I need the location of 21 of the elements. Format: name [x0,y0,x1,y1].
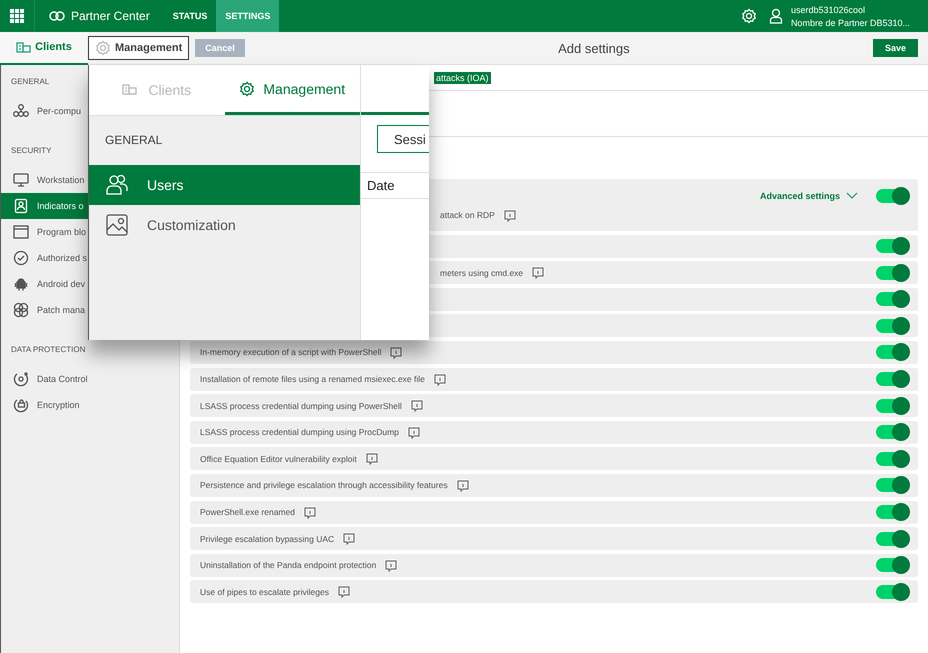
setting-label: Uninstallation of the Panda endpoint protection [200,560,376,570]
column-header: Date [361,172,429,199]
setting-label: Privilege escalation bypassing UAC [200,534,334,544]
page-title: Add settings [557,40,631,56]
setting-label: LSASS process credential dumping using ProcDump [200,427,399,438]
section-heading: GENERAL [10,77,50,86]
setting-label: Office Equation Editor vulnerability exploit [200,454,357,464]
setting-label: Installation of remote files using a renamed msiexec.exe file [200,374,425,384]
setting-label: attack on RDP [440,210,495,220]
setting-label: Use of pipes to escalate privileges [200,586,329,597]
setting-label: In-memory execution of a script with PowerShell [200,347,382,358]
setting-label: Persistence and privilege escalation through accessibility features [200,480,448,490]
section-heading: DATA PROTECTION [10,345,86,354]
setting-label: LSASS process credential dumping using PowerShell [200,400,402,411]
section-heading: GENERAL [104,132,164,149]
user-name: userdb531026cool [790,4,866,14]
setting-label: PowerShell.exe renamed [200,507,295,518]
partner-name: Nombre de Partner DB5310... [790,18,910,28]
app-name: Partner Center [71,9,150,23]
section-heading: SECURITY [10,146,52,155]
setting-label: meters using cmd.exe [440,268,524,278]
